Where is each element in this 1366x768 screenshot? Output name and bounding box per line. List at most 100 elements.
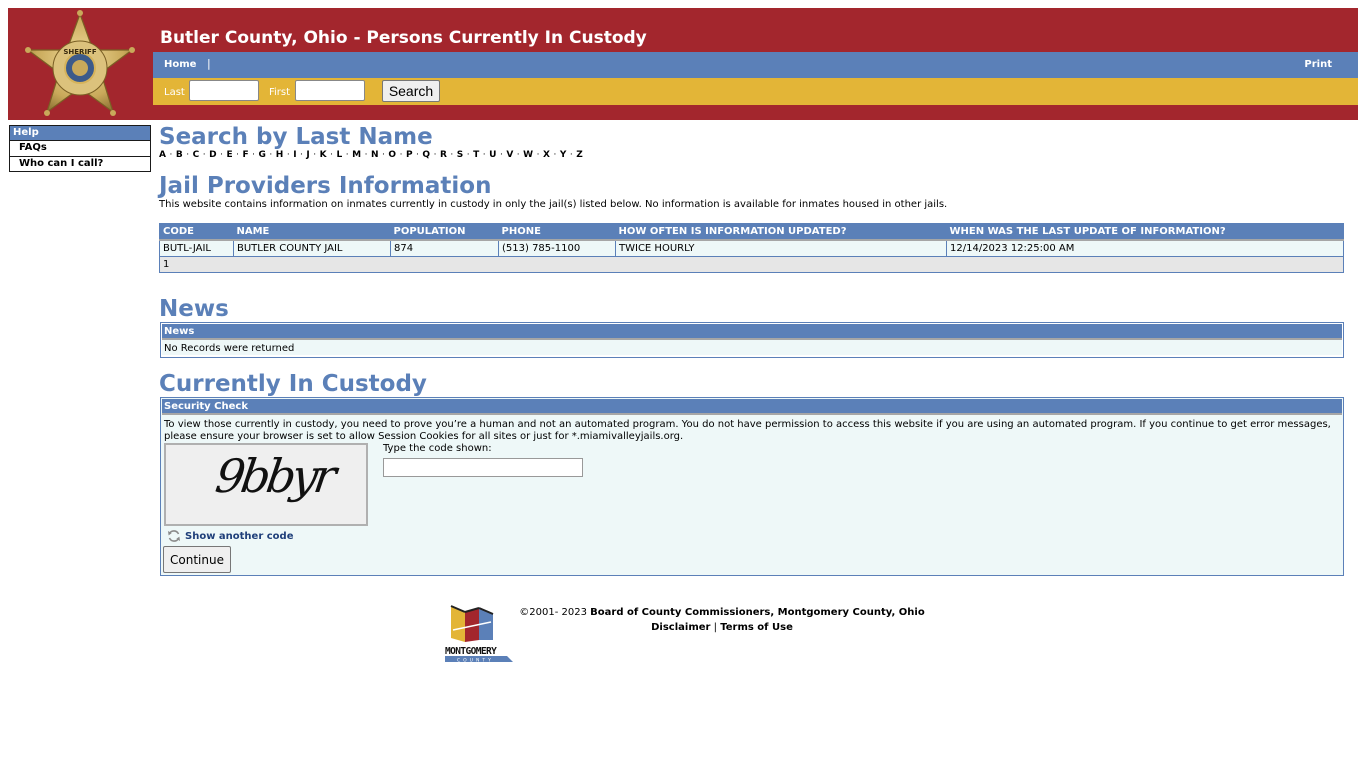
- letter-separator: ·: [364, 150, 368, 160]
- letter-separator: ·: [286, 150, 290, 160]
- cell-code: BUTL-JAIL: [159, 239, 234, 257]
- refresh-icon: [168, 530, 180, 542]
- copyright-organization: Board of County Commissioners, Montgomer…: [590, 607, 925, 618]
- jail-providers-table: CODE NAME POPULATION PHONE HOW OFTEN IS …: [159, 223, 1344, 273]
- sheriff-badge-logo: SHERIFF: [25, 10, 135, 116]
- letter-separator: ·: [536, 150, 540, 160]
- copyright-line: ©2001- 2023 Board of County Commissioner…: [510, 605, 934, 620]
- nav-home-link[interactable]: Home: [164, 59, 196, 70]
- letter-separator: ·: [466, 150, 470, 160]
- cell-update-frequency: TWICE HOURLY: [615, 239, 947, 257]
- terms-of-use-link[interactable]: Terms of Use: [720, 622, 793, 633]
- table-row: BUTL-JAIL BUTLER COUNTY JAIL 874 (513) 7…: [159, 239, 1344, 257]
- letter-separator: ·: [269, 150, 273, 160]
- news-panel: News No Records were returned: [160, 322, 1344, 358]
- sidebar-heading: Help: [10, 126, 150, 141]
- last-name-label: Last: [164, 87, 185, 98]
- page-title: Butler County, Ohio - Persons Currently …: [160, 28, 647, 48]
- code-input-label: Type the code shown:: [383, 443, 492, 454]
- letter-separator: ·: [482, 150, 486, 160]
- column-header-phone: PHONE: [498, 223, 616, 241]
- footer-links: Disclaimer | Terms of Use: [510, 620, 934, 635]
- first-name-input[interactable]: [295, 80, 365, 101]
- alphabet-index: A · B · C · D · E · F · G · H · I · J · K · L · M · N · O · P · Q · R · S · T ·…: [159, 150, 583, 160]
- letter-link-r[interactable]: R: [440, 150, 447, 160]
- letter-link-e[interactable]: E: [226, 150, 232, 160]
- svg-text:MONTGOMERY: MONTGOMERY: [445, 646, 497, 657]
- currently-in-custody-heading: Currently In Custody: [159, 371, 427, 397]
- letter-separator: ·: [569, 150, 573, 160]
- letter-link-m[interactable]: M: [352, 150, 361, 160]
- letter-link-a[interactable]: A: [159, 150, 166, 160]
- jail-providers-heading: Jail Providers Information: [159, 173, 492, 199]
- column-header-update-frequency: HOW OFTEN IS INFORMATION UPDATED?: [615, 223, 947, 241]
- letter-separator: ·: [169, 150, 173, 160]
- letter-separator: ·: [382, 150, 385, 160]
- letter-separator: ·: [236, 150, 239, 160]
- letter-separator: ·: [433, 150, 437, 160]
- nav-print-link[interactable]: Print: [1304, 59, 1332, 70]
- captcha-code-input[interactable]: [383, 458, 583, 477]
- letter-separator: ·: [186, 150, 190, 160]
- letter-separator: ·: [399, 150, 403, 160]
- svg-text:SHERIFF: SHERIFF: [63, 48, 96, 56]
- montgomery-county-logo: MONTGOMERY COUNTY: [445, 605, 513, 664]
- sidebar-item-who-can-i-call[interactable]: Who can I call?: [10, 156, 150, 171]
- captcha-code-text: 9bbyr: [212, 449, 336, 503]
- pager-page-number[interactable]: 1: [159, 255, 1344, 273]
- letter-separator: ·: [345, 150, 349, 160]
- letter-link-w[interactable]: W: [523, 150, 533, 160]
- disclaimer-link[interactable]: Disclaimer: [651, 622, 710, 633]
- cell-name: BUTLER COUNTY JAIL: [233, 239, 391, 257]
- sidebar-item-faqs[interactable]: FAQs: [10, 141, 150, 156]
- letter-link-k[interactable]: K: [320, 150, 327, 160]
- show-another-code-label: Show another code: [185, 530, 294, 542]
- letter-separator: ·: [499, 150, 503, 160]
- letter-separator: ·: [516, 150, 520, 160]
- table-header-row: CODE NAME POPULATION PHONE HOW OFTEN IS …: [159, 223, 1344, 241]
- continue-button[interactable]: Continue: [163, 546, 231, 573]
- nav-separator: |: [207, 57, 211, 70]
- captcha-image: 9bbyr: [164, 443, 368, 526]
- svg-text:COUNTY: COUNTY: [457, 658, 494, 664]
- last-name-input[interactable]: [189, 80, 259, 101]
- news-empty-message: No Records were returned: [162, 340, 1342, 355]
- letter-link-n[interactable]: N: [371, 150, 379, 160]
- letter-separator: ·: [553, 150, 557, 160]
- jail-providers-description: This website contains information on inm…: [159, 199, 948, 210]
- copyright-years: ©2001- 2023: [519, 607, 587, 618]
- letter-separator: ·: [330, 150, 334, 160]
- letter-link-x[interactable]: X: [543, 150, 550, 160]
- show-another-code-link[interactable]: Show another code: [167, 529, 293, 543]
- cell-last-update: 12/14/2023 12:25:00 AM: [946, 239, 1344, 257]
- letter-link-d[interactable]: D: [209, 150, 216, 160]
- letter-link-f[interactable]: F: [242, 150, 248, 160]
- letter-link-g[interactable]: G: [259, 150, 266, 160]
- letter-link-z[interactable]: Z: [576, 150, 583, 160]
- letter-link-b[interactable]: B: [176, 150, 183, 160]
- table-pager-row: 1: [159, 255, 1344, 273]
- news-panel-header: News: [162, 324, 1342, 340]
- footer: ©2001- 2023 Board of County Commissioner…: [510, 605, 934, 635]
- letter-separator: ·: [300, 150, 303, 160]
- search-by-last-name-heading: Search by Last Name: [159, 124, 433, 150]
- letter-separator: ·: [416, 150, 419, 160]
- letter-separator: ·: [450, 150, 454, 160]
- letter-separator: ·: [313, 150, 317, 160]
- letter-link-q[interactable]: Q: [422, 150, 430, 160]
- letter-link-p[interactable]: P: [406, 150, 413, 160]
- column-header-name: NAME: [233, 223, 391, 241]
- security-check-panel: Security Check To view those currently i…: [160, 397, 1344, 576]
- first-name-label: First: [269, 87, 291, 98]
- name-search-bar: Last First Search: [153, 78, 1358, 105]
- security-check-message: To view those currently in custody, you …: [164, 419, 1331, 442]
- letter-link-o[interactable]: O: [388, 150, 396, 160]
- letter-separator: ·: [252, 150, 255, 160]
- security-check-header: Security Check: [162, 399, 1342, 415]
- search-button[interactable]: Search: [382, 80, 440, 102]
- footer-separator: |: [713, 622, 718, 633]
- cell-population: 874: [390, 239, 499, 257]
- news-heading: News: [159, 296, 229, 322]
- column-header-population: POPULATION: [390, 223, 499, 241]
- help-sidebar: Help FAQs Who can I call?: [9, 125, 151, 172]
